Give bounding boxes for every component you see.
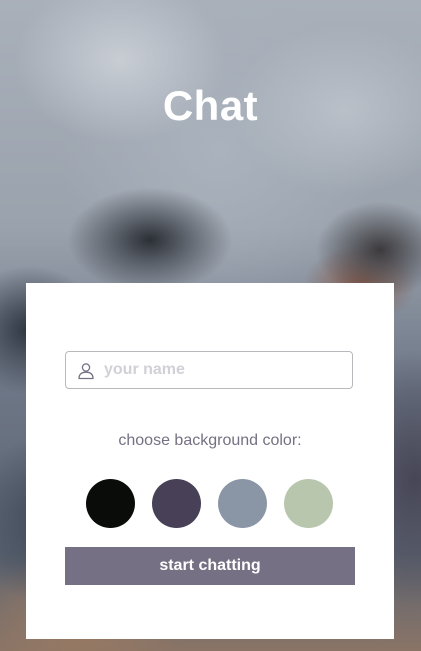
color-swatches	[86, 479, 336, 529]
color-swatch-grey-blue[interactable]	[218, 479, 267, 528]
login-card: choose background color: start chatting	[26, 283, 394, 639]
color-swatch-purple[interactable]	[152, 479, 201, 528]
start-chatting-button[interactable]: start chatting	[65, 547, 355, 585]
name-field[interactable]	[65, 351, 353, 389]
color-swatch-green[interactable]	[284, 479, 333, 528]
app-title: Chat	[162, 82, 259, 129]
color-swatch-black[interactable]	[86, 479, 135, 528]
name-input[interactable]	[104, 352, 344, 388]
start-screen: Chat choose background color: start chat…	[0, 0, 421, 651]
user-icon	[77, 362, 95, 380]
background-color-label: choose background color:	[118, 432, 302, 449]
